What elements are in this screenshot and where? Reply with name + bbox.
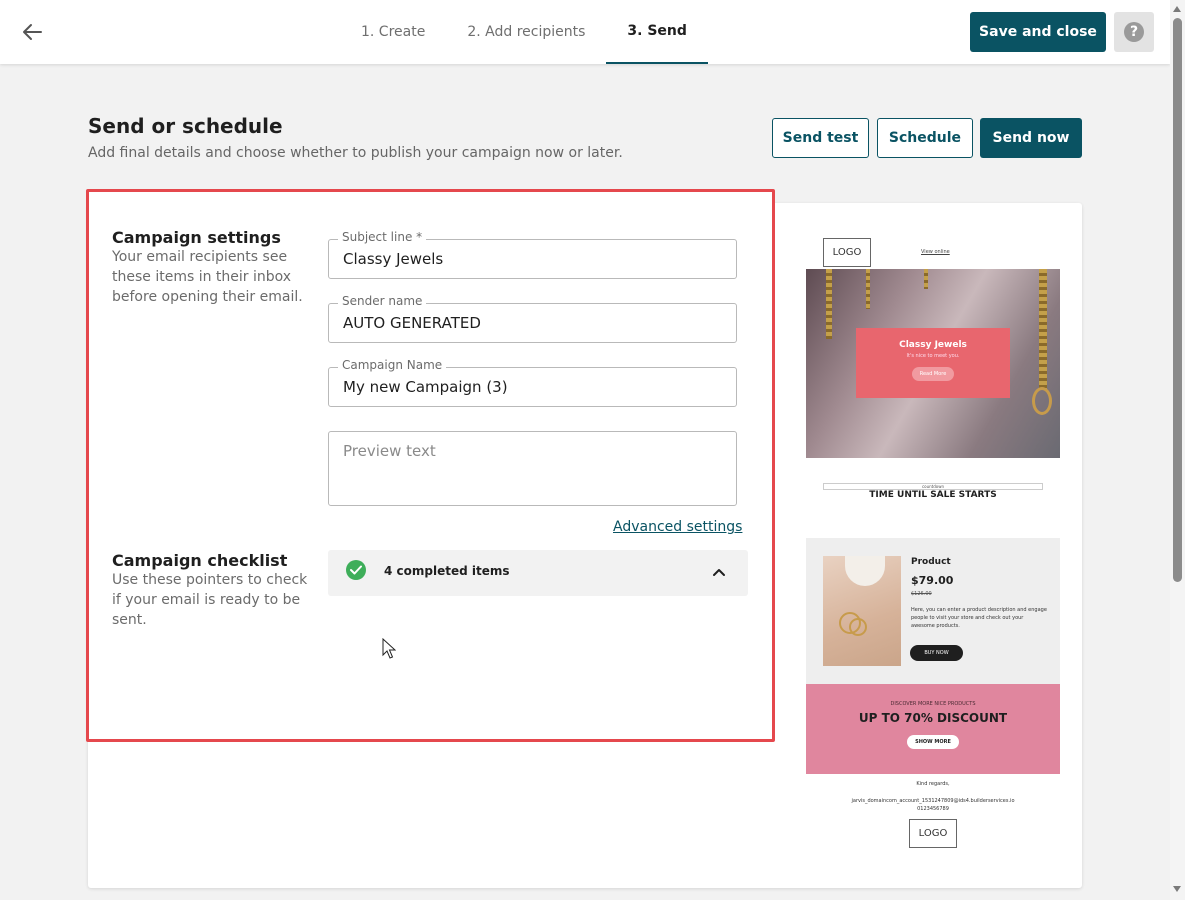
help-button[interactable]: ? [1114, 12, 1154, 52]
contact-email: jarvis_domaincom_account_1531247809@ids4… [851, 798, 1015, 804]
countdown-image: countdown [823, 483, 1043, 490]
hero-image: Classy Jewels It's nice to meet you. Rea… [806, 269, 1060, 458]
schedule-button[interactable]: Schedule [877, 118, 973, 158]
subject-line-input[interactable] [343, 250, 723, 268]
discount-subtitle: DISCOVER MORE NICE PRODUCTS [890, 701, 976, 707]
hero-read-more-button: Read More [911, 367, 955, 381]
preview-logo-top: LOGO [823, 238, 871, 267]
save-and-close-button[interactable]: Save and close [970, 12, 1106, 52]
product-description: Here, you can enter a product descriptio… [911, 607, 1047, 629]
page-scrollbar[interactable] [1170, 0, 1185, 900]
campaign-checklist-description: Use these pointers to check if your emai… [112, 572, 308, 628]
step-add-recipients[interactable]: 2. Add recipients [446, 0, 606, 64]
product-price: $79.00 [911, 574, 954, 587]
page-subtitle: Add final details and choose whether to … [88, 145, 623, 161]
jar-decoration [845, 556, 885, 586]
chain-decoration [924, 269, 928, 289]
scroll-down-arrow-icon[interactable] [1173, 886, 1181, 892]
buy-now-button: BUY NOW [910, 645, 963, 661]
advanced-settings-link[interactable]: Advanced settings [613, 519, 742, 535]
ring-decoration [849, 618, 867, 636]
scroll-up-arrow-icon[interactable] [1173, 6, 1181, 12]
campaign-name-input[interactable] [343, 378, 723, 396]
show-more-button: SHOW MORE [907, 735, 959, 749]
step-create[interactable]: 1. Create [340, 0, 446, 64]
scrollbar-thumb[interactable] [1173, 18, 1182, 582]
campaign-name-label: Campaign Name [338, 358, 447, 372]
checklist-accordion[interactable]: 4 completed items [328, 550, 748, 596]
subject-line-label: Subject line * [338, 230, 427, 244]
send-test-button[interactable]: Send test [772, 118, 869, 158]
step-send[interactable]: 3. Send [606, 0, 708, 64]
back-arrow-icon[interactable] [18, 18, 46, 46]
check-circle-icon [346, 560, 366, 580]
chain-decoration [866, 269, 870, 309]
sender-name-label: Sender name [338, 294, 427, 308]
chain-decoration [1039, 269, 1047, 389]
discount-title: UP TO 70% DISCOUNT [858, 711, 1008, 725]
send-now-button[interactable]: Send now [980, 118, 1082, 158]
mouse-cursor-icon [382, 637, 397, 664]
hero-subtitle: It's nice to meet you. [906, 353, 960, 359]
campaign-settings-description: Your email recipients see these items in… [112, 249, 303, 305]
campaign-checklist-title: Campaign checklist [112, 551, 288, 570]
countdown-title: TIME UNTIL SALE STARTS [869, 490, 997, 500]
chevron-up-icon[interactable] [712, 564, 726, 578]
top-navigation-bar: 1. Create 2. Add recipients 3. Send Save… [0, 0, 1170, 64]
view-online-link: View online [921, 249, 950, 255]
chain-decoration [826, 269, 832, 339]
sender-name-field[interactable]: Sender name [328, 294, 737, 343]
campaign-settings-title: Campaign settings [112, 228, 281, 247]
pendant-decoration [1032, 387, 1052, 415]
contact-phone: 0123456789 [917, 806, 949, 812]
product-image [823, 556, 901, 666]
discount-block: DISCOVER MORE NICE PRODUCTS UP TO 70% DI… [806, 684, 1060, 774]
hero-card: Classy Jewels It's nice to meet you. Rea… [856, 328, 1010, 398]
email-preview: LOGO View online Classy Jewels It's nice… [806, 235, 1060, 855]
regards-text: Kind regards, [916, 781, 950, 787]
completed-items-text: 4 completed items [384, 564, 510, 578]
product-name: Product [911, 557, 951, 567]
page-title: Send or schedule [88, 114, 283, 138]
product-block: Product $79.00 $126.00 Here, you can ent… [806, 538, 1060, 684]
wizard-steps: 1. Create 2. Add recipients 3. Send [340, 0, 708, 64]
preview-logo-bottom: LOGO [909, 819, 957, 848]
product-old-price: $126.00 [911, 591, 932, 597]
campaign-name-field[interactable]: Campaign Name [328, 358, 737, 407]
subject-line-field[interactable]: Subject line * [328, 230, 737, 279]
sender-name-input[interactable] [343, 314, 723, 332]
hero-title: Classy Jewels [899, 340, 967, 350]
preview-text-input[interactable] [328, 431, 737, 506]
help-icon: ? [1124, 22, 1144, 42]
